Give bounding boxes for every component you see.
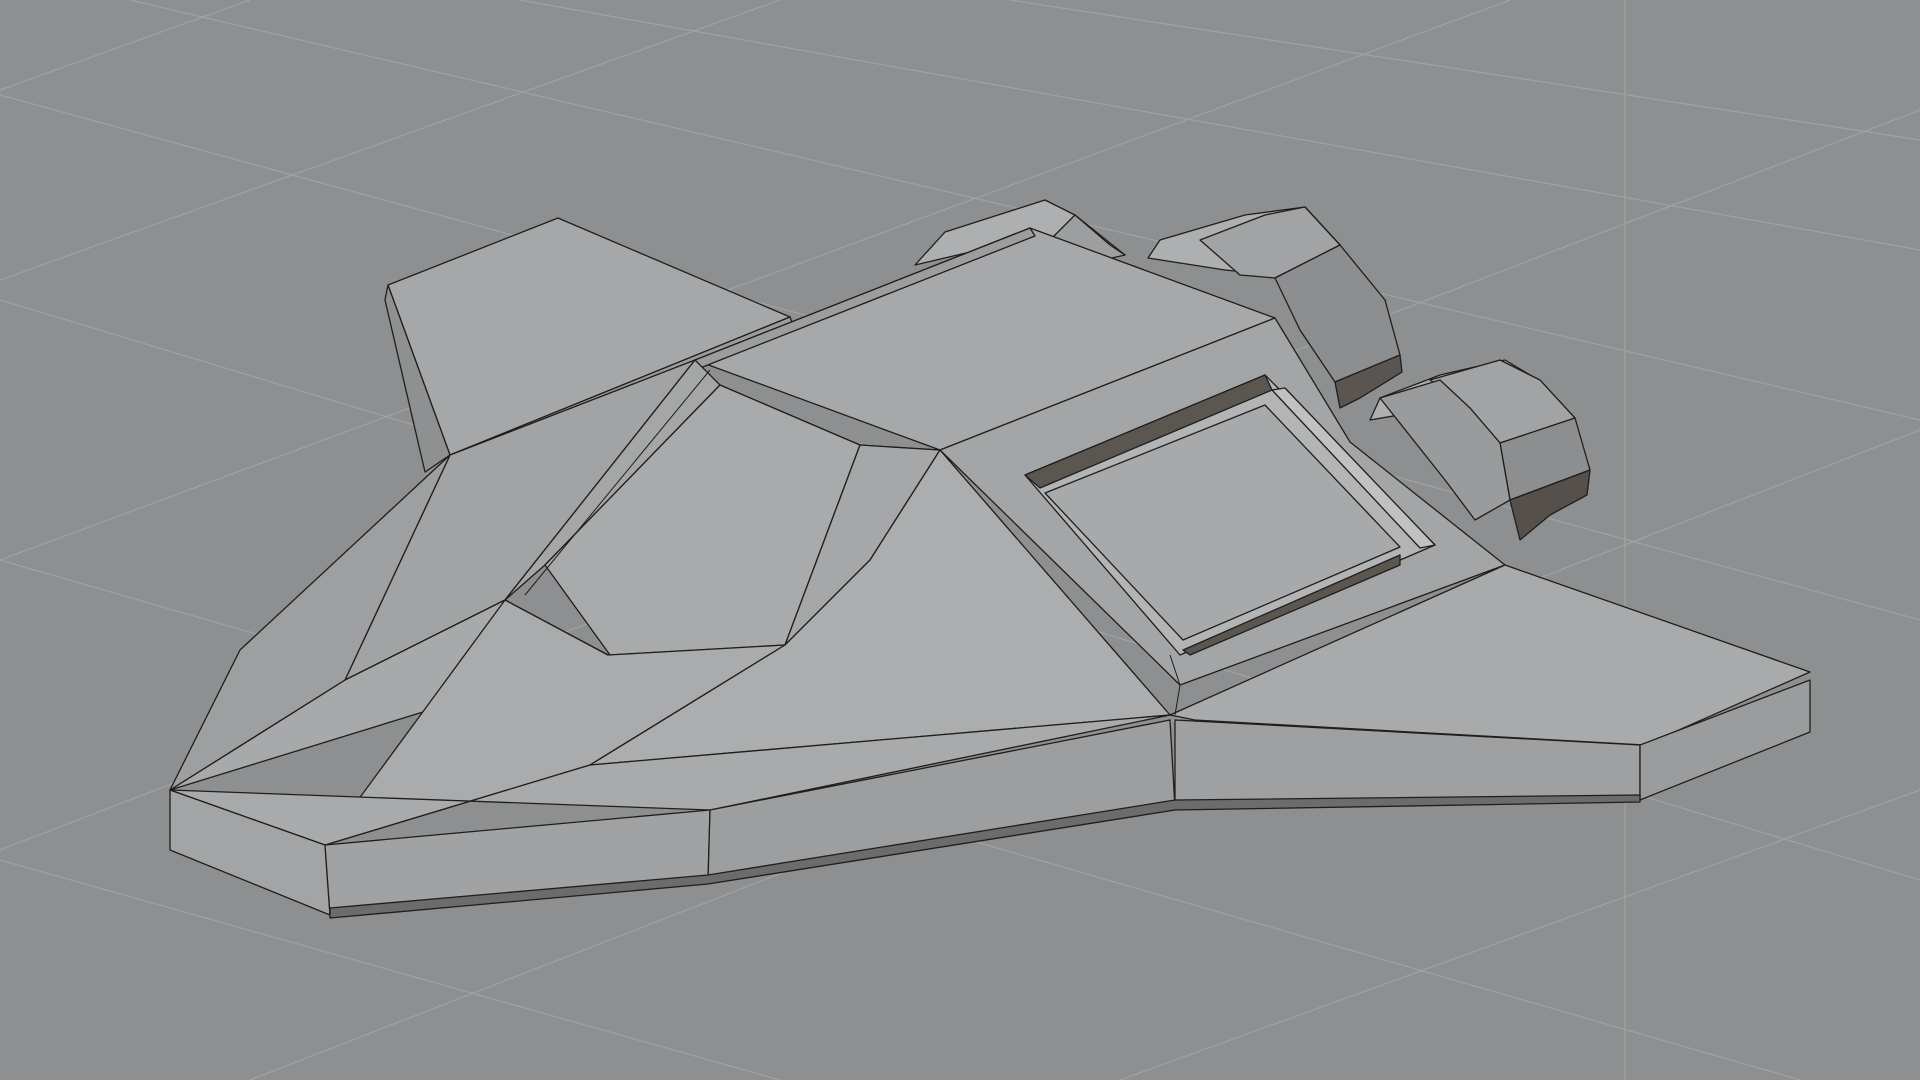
3d-viewport[interactable]	[0, 0, 1920, 1080]
